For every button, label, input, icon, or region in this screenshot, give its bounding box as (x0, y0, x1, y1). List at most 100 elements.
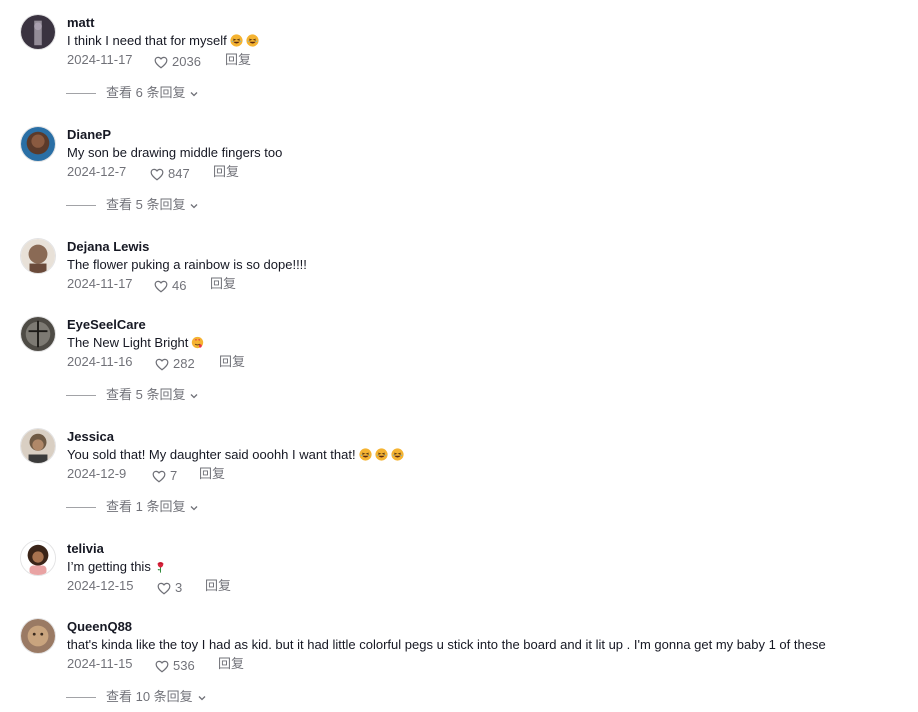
reply-button[interactable]: 回复 (199, 465, 225, 483)
emoji-laugh-icon (243, 32, 259, 49)
avatar[interactable] (20, 126, 56, 162)
heart-outline-icon (155, 660, 169, 673)
comment-meta: 2024-12-15 3 回复 (67, 577, 897, 595)
comment-body: EyeSeelCare The New Light Bright 2024-11-1… (67, 316, 897, 371)
comment-meta: 2024-12-9 7 回复 (67, 465, 897, 483)
comment-date: 2024-12-7 (67, 164, 127, 179)
comment-text: You sold that! My daughter said ooohh I … (67, 446, 897, 463)
emoji-laugh-icon (372, 446, 388, 463)
avatar[interactable] (20, 428, 56, 464)
comment-body: telivia I’m getting this 2024-12-15 3 回复 (67, 540, 897, 595)
view-replies-button[interactable]: 查看 5 条回复 (66, 196, 199, 214)
comment-meta: 2024-11-17 46 回复 (67, 275, 897, 293)
comment-username[interactable]: EyeSeelCare (67, 316, 897, 333)
comment-body: Jessica You sold that! My daughter said o… (67, 428, 897, 483)
comment-body: QueenQ88 that's kinda like the toy I had … (67, 618, 897, 673)
like-button[interactable]: 46 (153, 277, 186, 295)
avatar[interactable] (20, 540, 56, 576)
reply-button[interactable]: 回复 (205, 577, 231, 595)
like-button[interactable]: 847 (149, 165, 190, 183)
comment-date: 2024-11-17 (67, 52, 133, 67)
divider (66, 506, 96, 508)
heart-outline-icon (152, 470, 166, 483)
avatar[interactable] (20, 316, 56, 352)
avatar[interactable] (20, 238, 56, 274)
heart-outline-icon (155, 358, 169, 371)
reply-button[interactable]: 回复 (210, 275, 236, 293)
divider (66, 394, 96, 396)
view-replies-label: 查看 6 条回复 (106, 85, 186, 100)
like-button[interactable]: 3 (156, 579, 182, 597)
like-count: 46 (172, 278, 187, 293)
like-count: 7 (170, 468, 178, 483)
reply-button[interactable]: 回复 (218, 655, 244, 673)
chevron-down-icon (191, 92, 198, 97)
divider (66, 92, 96, 94)
heart-outline-icon (154, 56, 168, 69)
comment-meta: 2024-11-16 282 回复 (67, 353, 897, 371)
comment-body: Dejana Lewis The flower puking a rainbow … (67, 238, 897, 293)
view-replies-label: 查看 10 条回复 (106, 689, 193, 704)
heart-outline-icon (150, 168, 164, 181)
comment-text-value: My son be drawing middle fingers too (67, 145, 283, 160)
comment-text: I think I need that for myself (67, 32, 897, 49)
view-replies-button[interactable]: 查看 1 条回复 (66, 498, 199, 516)
view-replies-button[interactable]: 查看 6 条回复 (66, 84, 199, 102)
comment-username[interactable]: DianeP (67, 126, 897, 143)
comment-username[interactable]: telivia (67, 540, 897, 557)
comment-list: matt I think I need that for myself 2024-1… (0, 0, 918, 712)
reply-button[interactable]: 回复 (225, 51, 251, 69)
comment-username[interactable]: QueenQ88 (67, 618, 897, 635)
view-replies-button[interactable]: 查看 10 条回复 (66, 688, 207, 706)
divider (66, 696, 96, 698)
emoji-laugh-icon (227, 32, 243, 49)
comment-text: The flower puking a rainbow is so dope!!… (67, 256, 897, 273)
reply-button[interactable]: 回复 (213, 163, 239, 181)
comment-text-value: I think I need that for myself (67, 33, 227, 48)
like-count: 847 (168, 166, 190, 181)
like-button[interactable]: 536 (154, 657, 195, 675)
comment-text-value: The New Light Bright (67, 335, 189, 350)
comment-date: 2024-11-17 (67, 276, 133, 291)
comment-body: DianeP My son be drawing middle fingers t… (67, 126, 897, 181)
comment-date: 2024-12-9 (67, 466, 127, 481)
comment-text: I’m getting this (67, 558, 897, 575)
comment-text-value: The flower puking a rainbow is so dope!!… (67, 257, 307, 272)
emoji-laugh-icon (388, 446, 404, 463)
chevron-down-icon (191, 394, 198, 399)
view-replies-label: 查看 5 条回复 (106, 387, 186, 402)
comment-username[interactable]: Jessica (67, 428, 897, 445)
chevron-down-icon (198, 696, 206, 701)
comment-meta: 2024-12-7 847 回复 (67, 163, 897, 181)
divider (66, 204, 96, 206)
view-replies-label: 查看 5 条回复 (106, 197, 186, 212)
reply-button[interactable]: 回复 (219, 353, 245, 371)
comment-username[interactable]: matt (67, 14, 897, 31)
comment-text-value: I’m getting this (67, 559, 151, 574)
emoji-rose-icon (151, 558, 167, 575)
comment-text-value: You sold that! My daughter said ooohh I … (67, 447, 356, 462)
view-replies-label: 查看 1 条回复 (106, 499, 186, 514)
comment-body: matt I think I need that for myself 2024-1… (67, 14, 897, 69)
comment-meta: 2024-11-15 536 回复 (67, 655, 897, 673)
heart-outline-icon (157, 582, 171, 595)
like-count: 3 (175, 580, 183, 595)
comment-meta: 2024-11-17 2036 回复 (67, 51, 897, 69)
emoji-heart-face-icon (188, 334, 204, 351)
comment-text: My son be drawing middle fingers too (67, 144, 897, 161)
avatar[interactable] (20, 14, 56, 50)
like-button[interactable]: 2036 (153, 53, 201, 71)
heart-outline-icon (154, 280, 168, 293)
view-replies-button[interactable]: 查看 5 条回复 (66, 386, 199, 404)
like-count: 536 (173, 658, 195, 673)
like-button[interactable]: 7 (151, 467, 177, 485)
comment-text: The New Light Bright (67, 334, 897, 351)
like-button[interactable]: 282 (154, 355, 195, 373)
avatar[interactable] (20, 618, 56, 654)
emoji-laugh-icon (356, 446, 372, 463)
comment-username[interactable]: Dejana Lewis (67, 238, 897, 255)
comment-date: 2024-11-15 (67, 656, 133, 671)
comment-text-value: that's kinda like the toy I had as kid. … (67, 637, 826, 652)
comment-text: that's kinda like the toy I had as kid. … (67, 636, 897, 653)
comment-date: 2024-12-15 (67, 578, 134, 593)
